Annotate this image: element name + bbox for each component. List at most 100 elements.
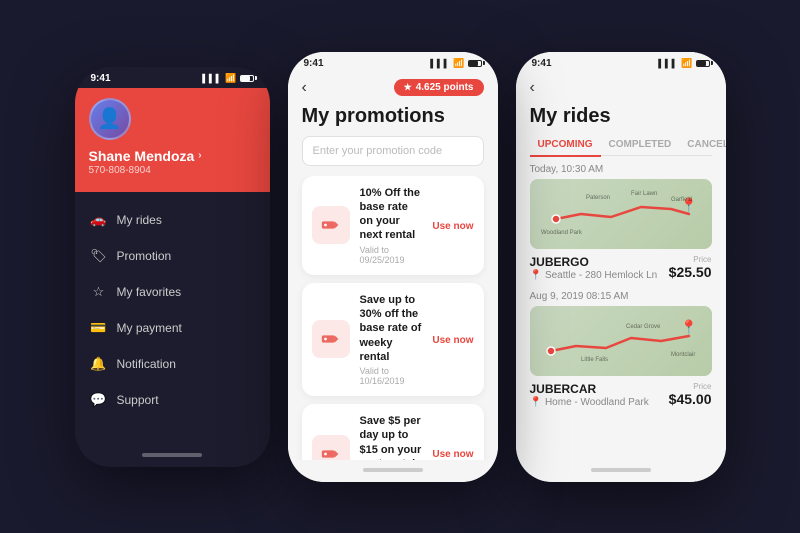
phone-promotions: 9:41 ▌▌▌ 📶 ‹ ★ 4.625 points My promotion…	[288, 52, 498, 482]
user-header: 👤 Shane Mendoza › 570-808-8904	[75, 88, 270, 192]
home-bar-left	[142, 453, 202, 457]
sidebar-item-label: My payment	[117, 321, 182, 335]
status-bar-mid: 9:41 ▌▌▌ 📶	[288, 52, 498, 73]
price-value-2: $45.00	[669, 391, 712, 407]
promo-title-3: Save $5 per day up to $15 on your next r…	[360, 414, 423, 459]
promo-title-2: Save up to 30% off the base rate of week…	[360, 293, 423, 364]
user-phone: 570-808-8904	[89, 165, 256, 176]
notification-icon: 🔔	[91, 356, 107, 372]
promo-text-3: Save $5 per day up to $15 on your next r…	[360, 414, 423, 459]
tab-upcoming[interactable]: UPCOMING	[530, 134, 601, 157]
status-icons-left: ▌▌▌ 📶	[202, 73, 253, 84]
status-icons-mid: ▌▌▌ 📶	[430, 58, 481, 69]
ride-info-2: JUBERCAR 📍 Home - Woodland Park Price $4…	[530, 382, 712, 408]
battery-left	[240, 75, 254, 82]
sidebar-item-label: Support	[117, 393, 159, 407]
map-route-svg-2: 📍 Little Falls Cedar Grove Montclair	[530, 306, 712, 376]
home-bar-mid	[363, 468, 423, 472]
status-icons-right: ▌▌▌ 📶	[658, 58, 709, 69]
back-button-right[interactable]: ‹	[530, 79, 535, 97]
points-value: 4.625 points	[416, 82, 474, 93]
star-icon: ★	[404, 82, 412, 93]
status-bar-left: 9:41 ▌▌▌ 📶	[75, 67, 270, 88]
status-bar-right: 9:41 ▌▌▌ 📶	[516, 52, 726, 73]
signal-mid: ▌▌▌	[430, 59, 450, 68]
user-name: Shane Mendoza ›	[89, 148, 256, 164]
sidebar-item-label: Notification	[117, 357, 176, 371]
promo-card-1: 10% Off the base rate on your next renta…	[302, 176, 484, 275]
promo-card-2: Save up to 30% off the base rate of week…	[302, 283, 484, 396]
promo-text-2: Save up to 30% off the base rate of week…	[360, 293, 423, 386]
ride-card-1: Today, 10:30 AM 📍 Paterson Fair Lawn Gar…	[530, 164, 712, 281]
location-icon-2: 📍	[530, 397, 542, 408]
svg-text:Cedar Grove: Cedar Grove	[626, 324, 661, 330]
scene: 9:41 ▌▌▌ 📶 👤 Shane Mendoza › 570-808-890…	[55, 32, 746, 502]
svg-text:Garfield: Garfield	[671, 197, 692, 203]
sidebar-item-favorites[interactable]: ☆ My favorites	[75, 274, 270, 310]
promo-icon-2	[312, 320, 350, 358]
price-label-2: Price	[669, 382, 712, 391]
avatar: 👤	[89, 98, 131, 140]
tab-completed[interactable]: COMPLETED	[601, 134, 680, 157]
tag-icon	[320, 214, 342, 236]
sidebar-item-label: My favorites	[117, 285, 182, 299]
menu-list: 🚗 My rides 🏷 Promotion ☆ My favorites 💳 …	[75, 192, 270, 445]
back-button[interactable]: ‹	[302, 79, 307, 97]
ride-location-1: 📍 Seattle - 280 Hemlock Ln	[530, 270, 658, 281]
promo-valid-2: Valid to 10/16/2019	[360, 366, 423, 386]
sidebar-item-label: My rides	[117, 213, 162, 227]
promotion-icon: 🏷	[91, 248, 107, 264]
sidebar-item-payment[interactable]: 💳 My payment	[75, 310, 270, 346]
page-title-promotions: My promotions	[288, 101, 498, 136]
promo-icon-1	[312, 206, 350, 244]
promo-card-3: Save $5 per day up to $15 on your next r…	[302, 404, 484, 459]
wifi-mid: 📶	[453, 58, 464, 69]
rides-icon: 🚗	[91, 212, 107, 228]
home-bar-right	[591, 468, 651, 472]
favorites-icon: ☆	[91, 284, 107, 300]
svg-text:📍: 📍	[680, 319, 697, 336]
time-right: 9:41	[532, 58, 552, 69]
ride-card-2: Aug 9, 2019 08:15 AM 📍 Little Falls Ceda…	[530, 291, 712, 408]
rides-tabs: UPCOMING COMPLETED CANCELED	[530, 134, 712, 157]
promo-code-input[interactable]: Enter your promotion code	[302, 136, 484, 166]
rides-list: Today, 10:30 AM 📍 Paterson Fair Lawn Gar…	[516, 164, 726, 460]
svg-text:Montclair: Montclair	[671, 352, 695, 358]
svg-text:Little Falls: Little Falls	[581, 357, 608, 363]
mid-nav: ‹ ★ 4.625 points	[288, 73, 498, 101]
promotions-list: 10% Off the base rate on your next renta…	[288, 176, 498, 460]
sidebar-item-rides[interactable]: 🚗 My rides	[75, 202, 270, 238]
promo-icon-3	[312, 435, 350, 460]
phone-rides: 9:41 ▌▌▌ 📶 ‹ My rides UPCOMING COMPLETED…	[516, 52, 726, 482]
sidebar-item-support[interactable]: 💬 Support	[75, 382, 270, 418]
tag-icon-3	[320, 443, 342, 460]
wifi-left: 📶	[225, 73, 236, 84]
use-now-button-2[interactable]: Use now	[432, 333, 473, 346]
time-mid: 9:41	[304, 58, 324, 69]
ride-company-1: JUBERGO	[530, 255, 658, 269]
tab-canceled[interactable]: CANCELED	[679, 134, 725, 157]
svg-text:Paterson: Paterson	[586, 195, 610, 201]
tag-icon-2	[320, 328, 342, 350]
use-now-button-3[interactable]: Use now	[432, 447, 473, 459]
promo-text-1: 10% Off the base rate on your next renta…	[360, 186, 423, 265]
signal-right: ▌▌▌	[658, 59, 678, 68]
sidebar-item-label: Promotion	[117, 249, 172, 263]
ride-map-1: 📍 Paterson Fair Lawn Garfield Woodland P…	[530, 179, 712, 249]
signal-left: ▌▌▌	[202, 74, 222, 83]
promo-title-1: 10% Off the base rate on your next renta…	[360, 186, 423, 243]
phone-menu: 9:41 ▌▌▌ 📶 👤 Shane Mendoza › 570-808-890…	[75, 67, 270, 467]
ride-info-1: JUBERGO 📍 Seattle - 280 Hemlock Ln Price…	[530, 255, 712, 281]
payment-icon: 💳	[91, 320, 107, 336]
use-now-button-1[interactable]: Use now	[432, 219, 473, 232]
ride-date-1: Today, 10:30 AM	[530, 164, 712, 175]
ride-location-2: 📍 Home - Woodland Park	[530, 397, 649, 408]
sidebar-item-promotion[interactable]: 🏷 Promotion	[75, 238, 270, 274]
time-left: 9:41	[91, 73, 111, 84]
ride-company-2: JUBERCAR	[530, 382, 649, 396]
ride-date-2: Aug 9, 2019 08:15 AM	[530, 291, 712, 302]
sidebar-item-notification[interactable]: 🔔 Notification	[75, 346, 270, 382]
wifi-right: 📶	[681, 58, 692, 69]
svg-text:Woodland Park: Woodland Park	[541, 230, 583, 236]
page-title-rides: My rides	[516, 101, 726, 134]
